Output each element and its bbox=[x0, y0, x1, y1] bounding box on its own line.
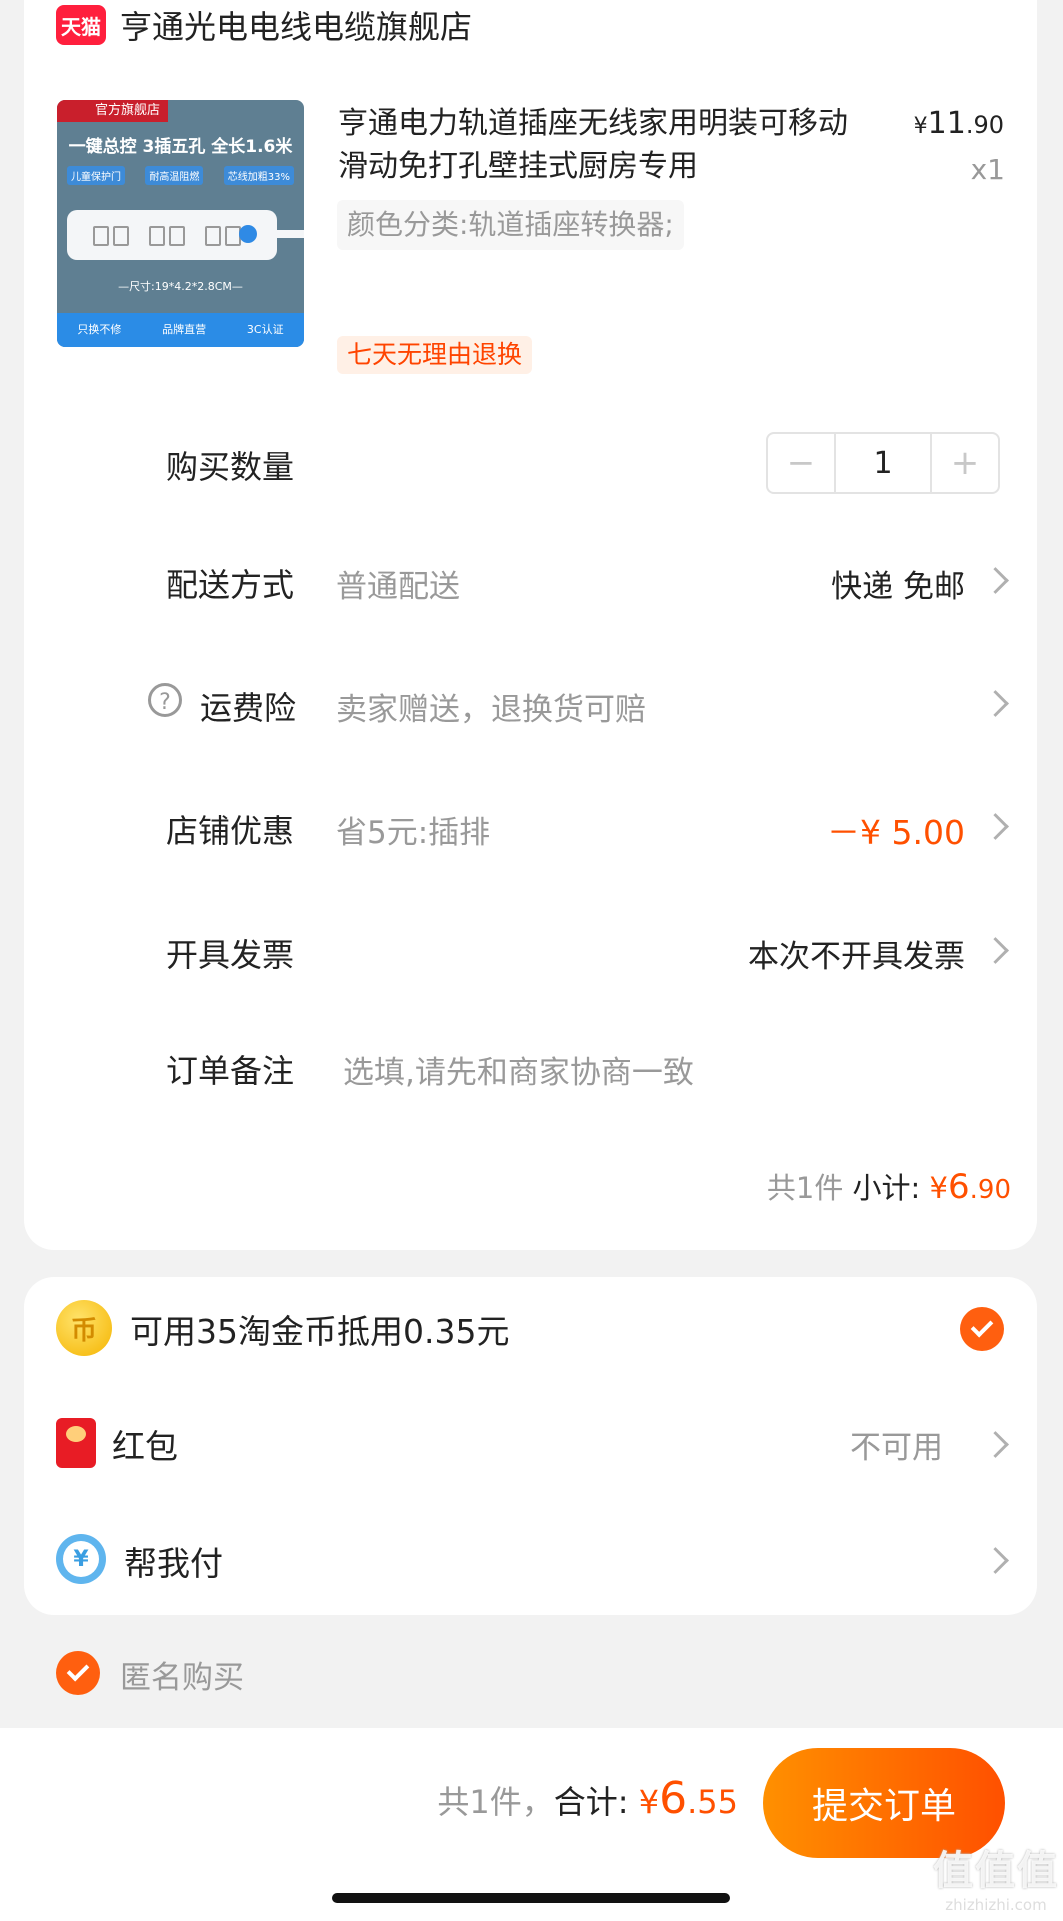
invoice-label: 开具发票 bbox=[166, 936, 295, 974]
guarantee-item: 只换不修 bbox=[77, 323, 122, 336]
delivery-method: 快递 免邮 bbox=[831, 569, 965, 605]
red-packet-icon bbox=[56, 1418, 96, 1468]
note-input[interactable]: 选填,请先和商家协商一致 bbox=[343, 1047, 694, 1092]
help-pay-icon: ¥ bbox=[56, 1534, 106, 1584]
invoice-value: 本次不开具发票 bbox=[748, 939, 965, 975]
insurance-value: 卖家赠送，退换货可赔 bbox=[336, 692, 646, 728]
thumbnail-feature: 耐高温阻燃 bbox=[145, 166, 204, 185]
subtotal: 共1件 小计: ¥6.90 bbox=[766, 1167, 1011, 1207]
red-packet-status: 不可用 bbox=[850, 1430, 943, 1466]
store-discount-label: 店铺优惠 bbox=[166, 812, 295, 850]
return-policy-badge: 七天无理由退换 bbox=[337, 336, 533, 374]
store-discount-value: 省5元:插排 bbox=[336, 815, 491, 851]
note-label: 订单备注 bbox=[166, 1052, 295, 1090]
product-quantity: x1 bbox=[970, 153, 1005, 186]
anonymous-checkbox[interactable] bbox=[56, 1651, 100, 1695]
thumbnail-guarantees: 只换不修 品牌直营 3C认证 bbox=[57, 313, 304, 347]
store-header[interactable]: 天猫 亨通光电电线电缆旗舰店 bbox=[56, 0, 472, 50]
product-title[interactable]: 亨通电力轨道插座无线家用明装可移动滑动免打孔壁挂式厨房专用 bbox=[338, 102, 868, 188]
increment-button[interactable]: + bbox=[932, 434, 998, 492]
quantity-label: 购买数量 bbox=[166, 448, 295, 486]
thumbnail-features: 儿童保护门 耐高温阻燃 芯线加粗33% bbox=[67, 166, 294, 185]
store-name[interactable]: 亨通光电电线电缆旗舰店 bbox=[120, 2, 472, 48]
red-packet-label[interactable]: 红包 bbox=[112, 1420, 178, 1468]
product-price: ¥11.90 bbox=[913, 106, 1004, 141]
tmall-logo-icon: 天猫 bbox=[56, 5, 106, 45]
thumbnail-feature: 儿童保护门 bbox=[67, 166, 125, 185]
guarantee-item: 3C认证 bbox=[246, 323, 284, 336]
power-strip-image bbox=[67, 210, 277, 260]
official-store-tag: 官方旗舰店 bbox=[57, 100, 169, 122]
help-icon[interactable]: ? bbox=[148, 683, 182, 717]
quantity-stepper[interactable]: − 1 + bbox=[766, 432, 1000, 494]
decrement-button[interactable]: − bbox=[768, 434, 834, 492]
sku-selector[interactable]: 颜色分类:轨道插座转换器; bbox=[337, 200, 684, 250]
order-total: 共1件，合计: ¥6.55 bbox=[437, 1773, 738, 1824]
thumbnail-feature: 芯线加粗33% bbox=[223, 166, 294, 185]
anonymous-label[interactable]: 匿名购买 bbox=[120, 1652, 244, 1697]
thumbnail-headline: 一键总控 3插五孔 全长1.6米 bbox=[68, 137, 293, 157]
coin-checkbox[interactable] bbox=[960, 1307, 1004, 1351]
guarantee-item: 品牌直营 bbox=[162, 323, 207, 336]
product-thumbnail[interactable]: M 官方旗舰店 一键总控 3插五孔 全长1.6米 儿童保护门 耐高温阻燃 芯线加… bbox=[57, 100, 304, 347]
thumbnail-size: —尺寸:19*4.2*2.8CM— bbox=[118, 280, 243, 293]
home-indicator[interactable] bbox=[332, 1893, 730, 1903]
delivery-label: 配送方式 bbox=[166, 566, 295, 604]
coin-offset-label: 可用35淘金币抵用0.35元 bbox=[130, 1312, 510, 1351]
help-pay-label[interactable]: 帮我付 bbox=[124, 1537, 223, 1585]
quantity-input[interactable]: 1 bbox=[834, 434, 932, 492]
watermark: 值值值 zhizhizhi.com bbox=[933, 1848, 1059, 1914]
coin-icon: 币 bbox=[56, 1300, 112, 1356]
insurance-label: 运费险 bbox=[200, 689, 297, 727]
delivery-value: 普通配送 bbox=[336, 569, 460, 605]
store-discount-amount: －¥ 5.00 bbox=[827, 813, 965, 852]
